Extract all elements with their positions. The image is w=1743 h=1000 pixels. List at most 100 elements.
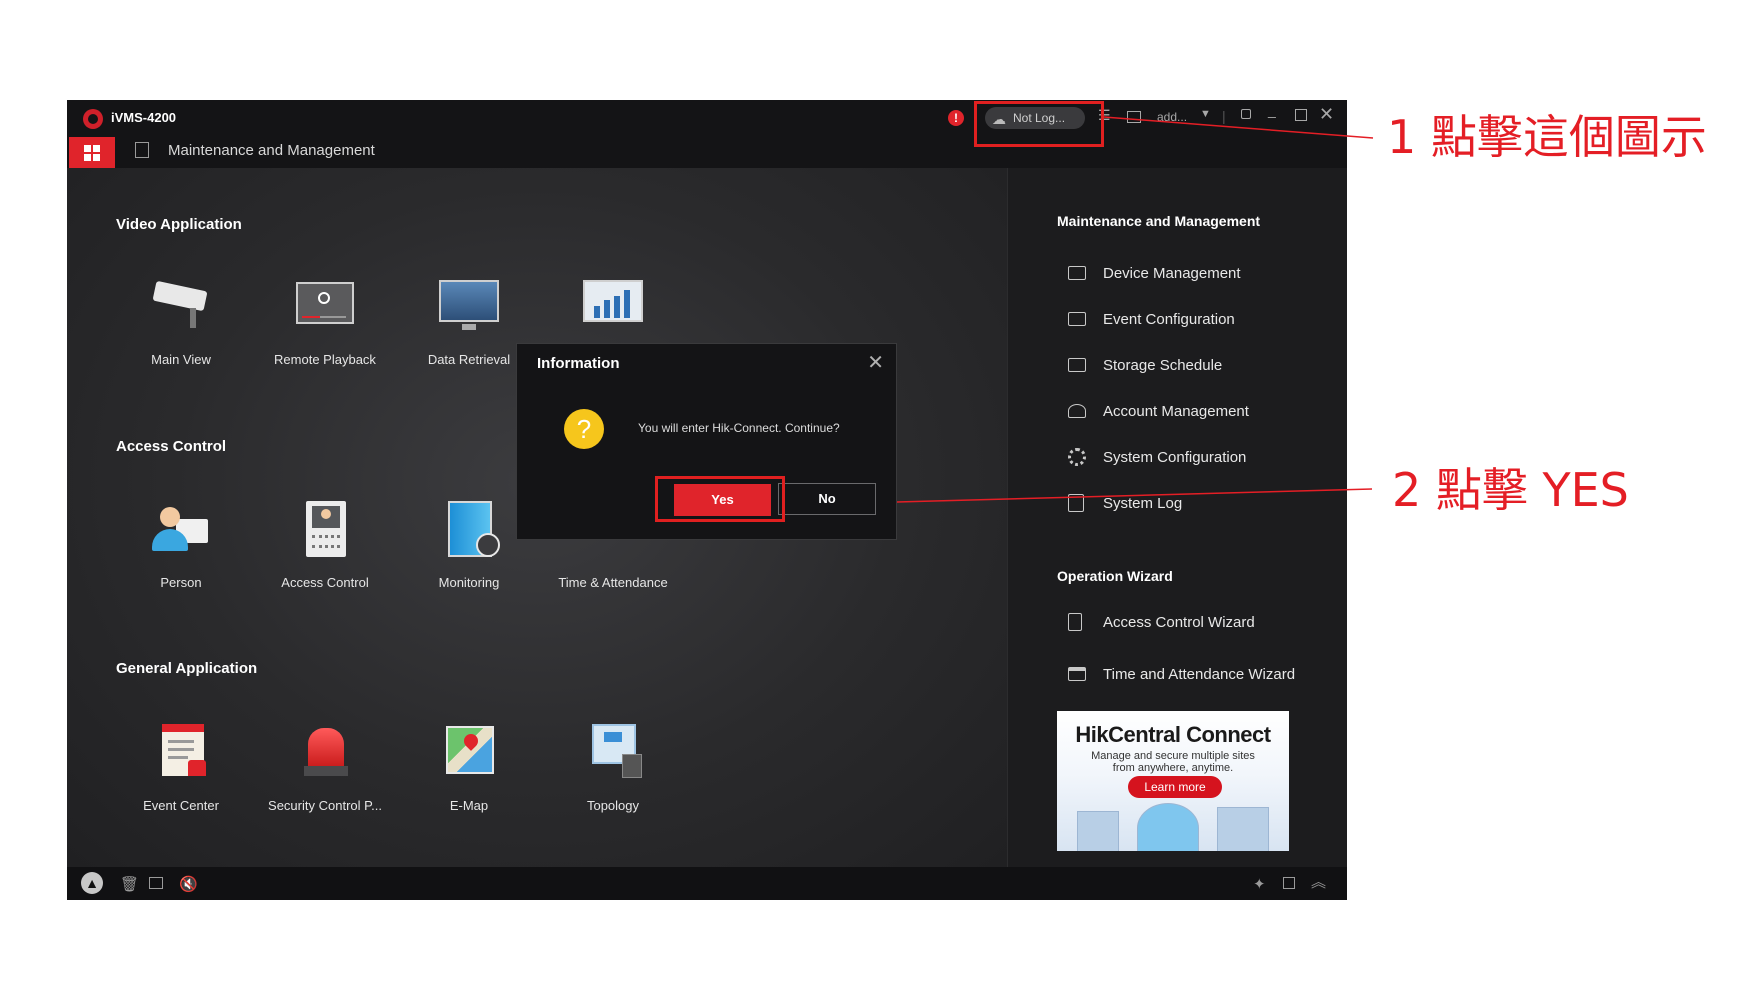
tile-chart-monitor[interactable] (543, 278, 683, 352)
highlight-box-yes (655, 476, 785, 522)
close-icon[interactable]: ✕ (1319, 104, 1334, 125)
question-icon: ? (564, 409, 604, 449)
picture-icon[interactable] (149, 877, 163, 889)
image-icon[interactable] (1127, 111, 1141, 123)
sidebar-item-label: Account Management (1103, 403, 1249, 420)
ad-title: HikCentral Connect (1075, 722, 1271, 747)
sidebar-item-attendance-wizard[interactable]: Time and Attendance Wizard (1068, 664, 1328, 688)
playback-icon (294, 278, 356, 332)
app-logo (83, 109, 103, 129)
sidebar-item-system-configuration[interactable]: System Configuration (1068, 447, 1328, 471)
hikcentral-ad-banner[interactable]: HikCentral Connect Manage and secure mul… (1057, 711, 1289, 851)
wizard-section-title: Operation Wizard (1057, 568, 1173, 584)
user-label[interactable]: add... (1157, 110, 1187, 124)
map-icon (438, 724, 500, 778)
chevron-down-icon[interactable]: ▼ (1200, 108, 1211, 120)
sidebar-item-label: Access Control Wizard (1103, 614, 1255, 631)
access-section-title: Access Control (116, 438, 227, 455)
window-icon[interactable] (1283, 877, 1295, 889)
dialog-close-icon[interactable]: ✕ (867, 350, 884, 375)
account-icon (1068, 404, 1086, 418)
ad-subtitle-line2: from anywhere, anytime. (1112, 762, 1234, 774)
tile-label: Topology (586, 798, 640, 813)
sidebar-item-label: Storage Schedule (1103, 357, 1223, 374)
highlight-box-cloud (974, 101, 1104, 147)
ad-subtitle: Manage and secure multiple sites from an… (1057, 750, 1289, 774)
door-monitor-icon (438, 501, 500, 557)
event-config-icon (1068, 312, 1086, 326)
wizard-door-icon (1068, 613, 1082, 631)
sidebar-item-system-log[interactable]: System Log (1068, 493, 1328, 517)
no-button[interactable]: No (778, 483, 876, 515)
sidebar-item-label: System Configuration (1103, 449, 1247, 466)
mute-icon[interactable]: 🔇 (179, 875, 198, 893)
monitor-icon (438, 278, 500, 332)
lock-icon[interactable] (1241, 109, 1251, 119)
warning-icon[interactable]: ▲ (81, 872, 103, 894)
tile-label: Main View (151, 352, 211, 367)
pin-icon[interactable]: ✦ (1253, 875, 1266, 893)
chart-monitor-icon (582, 278, 644, 332)
sidebar-item-account-management[interactable]: Account Management (1068, 401, 1328, 425)
door-terminal-icon (294, 501, 356, 557)
title-bar: iVMS-4200 Maintenance and Management ! ☁… (67, 100, 1347, 168)
ad-building-graphic (1077, 811, 1119, 851)
tile-person[interactable]: Person (111, 501, 251, 590)
sidebar-item-event-configuration[interactable]: Event Configuration (1068, 309, 1328, 333)
alert-icon[interactable]: ! (948, 110, 964, 126)
tile-event-center[interactable]: Event Center (111, 724, 251, 813)
tile-label: Access Control (281, 575, 369, 590)
ad-cloud-graphic (1137, 803, 1199, 851)
ad-subtitle-line1: Manage and secure multiple sites (1091, 750, 1255, 762)
calendar-icon (1068, 667, 1086, 681)
annotation-step1: 1 點擊這個圖示 (1387, 110, 1707, 164)
tile-topology[interactable]: Topology (543, 724, 683, 813)
sidebar-item-storage-schedule[interactable]: Storage Schedule (1068, 355, 1328, 379)
ad-building-graphic (1217, 807, 1269, 851)
gear-icon (1068, 448, 1086, 466)
sidebar-item-device-management[interactable]: Device Management (1068, 263, 1328, 287)
general-section-title: General Application (116, 660, 258, 677)
tile-label: Monitoring (438, 575, 500, 590)
status-bar: ▲ 🗑 🔇 ✦ ︽ (67, 867, 1347, 900)
tile-label: Event Center (143, 798, 219, 813)
trash-icon[interactable]: 🗑 (120, 875, 139, 893)
topology-icon (582, 724, 644, 778)
tile-label: E-Map (449, 798, 489, 813)
dialog-title: Information (537, 355, 620, 372)
sidebar-item-label: Time and Attendance Wizard (1103, 666, 1296, 683)
tab-icon (135, 142, 149, 158)
tile-main-view[interactable]: Main View (111, 278, 251, 367)
tab-title[interactable]: Maintenance and Management (168, 142, 375, 159)
alarm-icon (294, 724, 356, 778)
tile-e-map[interactable]: E-Map (399, 724, 539, 813)
tile-label: Time & Attendance (558, 575, 668, 590)
app-title: iVMS-4200 (111, 110, 177, 125)
sidebar-item-label: System Log (1103, 495, 1183, 512)
sidebar-item-label: Device Management (1103, 265, 1241, 282)
minimize-icon[interactable]: _ (1268, 102, 1276, 118)
dialog-message: You will enter Hik-Connect. Continue? (638, 421, 840, 435)
device-icon (1068, 266, 1086, 280)
home-grid-button[interactable] (69, 137, 115, 168)
person-icon (150, 501, 212, 555)
chevron-up-icon[interactable]: ︽ (1311, 871, 1326, 892)
separator: | (1222, 108, 1226, 124)
storage-icon (1068, 358, 1086, 372)
tile-label: Person (160, 575, 202, 590)
tile-label: Remote Playback (274, 352, 376, 367)
tile-remote-playback[interactable]: Remote Playback (255, 278, 395, 367)
mm-section-title: Maintenance and Management (1057, 213, 1261, 229)
maximize-icon[interactable] (1295, 109, 1307, 121)
sidebar-item-label: Event Configuration (1103, 311, 1235, 328)
camera-icon (150, 278, 212, 332)
video-section-title: Video Application (116, 216, 242, 233)
event-icon (150, 724, 212, 778)
log-icon (1068, 494, 1084, 512)
annotation-step2: 2 點擊 YES (1392, 463, 1629, 517)
tile-label: Security Control P... (268, 798, 382, 813)
tile-access-control[interactable]: Access Control (255, 501, 395, 590)
sidebar-item-access-control-wizard[interactable]: Access Control Wizard (1068, 612, 1328, 636)
tile-security-control[interactable]: Security Control P... (255, 724, 395, 813)
learn-more-button[interactable]: Learn more (1128, 776, 1222, 798)
